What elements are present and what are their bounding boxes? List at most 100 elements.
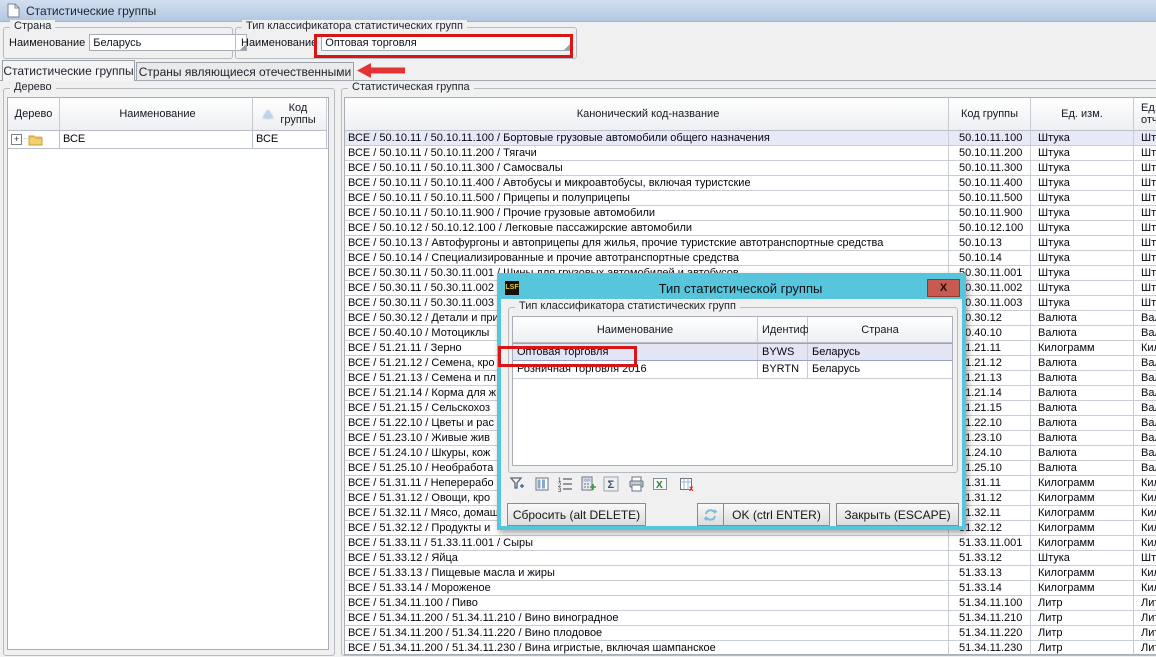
classifier-name-input[interactable]: Оптовая торговля [321,34,571,51]
cell-group-code: 51.34.11.220 [949,626,1031,640]
cell-unit: Килограмм [1031,521,1134,535]
dialog-cell-country: Беларусь [808,344,953,360]
cell-report-unit: Штука [1134,281,1156,295]
tree-col-header-tree[interactable]: Дерево [8,98,60,131]
tree-cell-code: ВСЕ [253,131,327,148]
table-row[interactable]: ВСЕ / 51.34.11.200 / 51.34.11.230 / Вина… [345,641,1156,655]
cell-canonical-name: ВСЕ / 50.10.11 / 50.10.11.100 / Бортовые… [345,131,949,145]
tree-expand-button[interactable]: + [11,134,22,145]
cell-group-code: 50.10.11.900 [949,206,1031,220]
country-groupbox: Страна Наименование Беларусь [3,27,233,59]
calculator-add-icon[interactable] [579,475,597,493]
filter-add-icon[interactable] [508,475,526,493]
window-document-icon [7,3,20,18]
cell-unit: Валюта [1031,446,1134,460]
country-group-title: Страна [10,20,55,32]
tree-col-header-group-code[interactable]: Код группы [253,98,327,131]
svg-text:X: X [656,480,663,491]
svg-text:Σ: Σ [608,479,615,491]
dialog-app-icon: LSF [505,281,519,295]
cell-canonical-name: ВСЕ / 51.34.11.100 / Пиво [345,596,949,610]
cell-canonical-name: ВСЕ / 51.34.11.200 / 51.34.11.220 / Вино… [345,626,949,640]
cell-report-unit: Килограмм [1134,506,1156,520]
print-icon[interactable] [627,475,645,493]
cell-unit: Валюта [1031,326,1134,340]
cell-report-unit: Штука [1134,146,1156,160]
table-row[interactable]: ВСЕ / 50.10.11 / 50.10.11.500 / Прицепы … [345,191,1156,206]
cell-unit: Валюта [1031,416,1134,430]
table-row[interactable]: ВСЕ / 50.10.14 / Специализированные и пр… [345,251,1156,266]
table-row[interactable]: ВСЕ / 51.34.11.200 / 51.34.11.210 / Вино… [345,611,1156,626]
cell-report-unit: Литр [1134,641,1156,655]
dialog-titlebar[interactable]: LSF Тип статистической группы X [501,277,962,299]
tree-row-vse[interactable]: + ·· ВСЕ ВСЕ [8,131,328,149]
dialog-cell-identifier: BYRTN [758,361,808,378]
cell-unit: Валюта [1031,386,1134,400]
dialog-title: Тип статистической группы [519,281,962,296]
sort-order-icon[interactable]: 123 [556,475,574,493]
table-row[interactable]: ВСЕ / 50.10.11 / 50.10.11.200 / Тягачи50… [345,146,1156,161]
cell-unit: Литр [1031,596,1134,610]
cell-canonical-name: ВСЕ / 51.33.12 / Яйца [345,551,949,565]
tree-cell-name: ВСЕ [60,131,253,148]
cell-report-unit: Валюта [1134,311,1156,325]
col-header-canonical-name[interactable]: Канонический код-название [345,98,949,131]
dialog-close-button[interactable]: X [927,279,960,297]
cell-group-code: 50.10.11.500 [949,191,1031,205]
tab-statistical-groups[interactable]: Статистические группы [2,60,135,81]
cell-unit: Штука [1031,176,1134,190]
dialog-groupbox: Тип классификатора статистических групп … [508,307,958,473]
cell-canonical-name: ВСЕ / 50.10.11 / 50.10.11.400 / Автобусы… [345,176,949,190]
table-row[interactable]: ВСЕ / 51.33.11 / 51.33.11.001 / Сыры51.3… [345,536,1156,551]
table-row[interactable]: ВСЕ / 50.10.11 / 50.10.11.100 / Бортовые… [345,131,1156,146]
cell-unit: Килограмм [1031,341,1134,355]
cell-unit: Литр [1031,626,1134,640]
table-row[interactable]: ВСЕ / 50.10.11 / 50.10.11.400 / Автобусы… [345,176,1156,191]
table-row[interactable]: ВСЕ / 51.33.12 / Яйца51.33.12ШтукаШтука [345,551,1156,566]
col-header-unit[interactable]: Ед. изм. [1031,98,1134,131]
cell-unit: Валюта [1031,401,1134,415]
table-row[interactable]: ВСЕ / 50.10.13 / Автофургоны и автоприце… [345,236,1156,251]
refresh-button[interactable] [697,503,724,526]
window-title: Статистические группы [26,4,156,18]
dialog-table-row[interactable]: Розничная торговля 2016BYRTNБеларусь [513,361,952,379]
col-header-report-unit[interactable]: Ед. отч [1134,98,1156,131]
sum-icon[interactable]: Σ [602,475,620,493]
table-row[interactable]: ВСЕ / 50.10.11 / 50.10.11.900 / Прочие г… [345,206,1156,221]
column-chooser-icon[interactable] [533,475,551,493]
export-excel-icon[interactable]: X [651,475,669,493]
reset-button[interactable]: Сбросить (alt DELETE) [507,503,646,526]
dialog-col-header-identifier[interactable]: Идентиф [758,317,808,343]
table-row[interactable]: ВСЕ / 51.33.14 / Мороженое51.33.14Килогр… [345,581,1156,596]
table-row[interactable]: ВСЕ / 51.33.13 / Пищевые масла и жиры51.… [345,566,1156,581]
remove-grouping-icon[interactable]: x [678,475,696,493]
cell-unit: Штука [1031,251,1134,265]
cell-report-unit: Штука [1134,551,1156,565]
dialog-col-header-country[interactable]: Страна [808,317,953,343]
dialog-table-row[interactable]: Оптовая торговляBYWSБеларусь [513,343,952,361]
table-row[interactable]: ВСЕ / 51.34.11.200 / 51.34.11.220 / Вино… [345,626,1156,641]
close-button[interactable]: Закрыть (ESCAPE) [836,503,959,526]
table-row[interactable]: ВСЕ / 50.10.11 / 50.10.11.300 / Самосвал… [345,161,1156,176]
cell-canonical-name: ВСЕ / 51.33.13 / Пищевые масла и жиры [345,566,949,580]
tree-col-header-name[interactable]: Наименование [60,98,253,131]
tree-table-header: Дерево Наименование Код группы [8,98,328,131]
cell-report-unit: Валюта [1134,416,1156,430]
tab-domestic-countries[interactable]: Страны являющиеся отечественными [136,62,354,81]
col-header-group-code[interactable]: Код группы [949,98,1031,131]
cell-canonical-name: ВСЕ / 51.34.11.200 / 51.34.11.230 / Вина… [345,641,949,655]
svg-text:x: x [689,484,694,492]
dialog-col-header-name[interactable]: Наименование [513,317,758,343]
window-titlebar: Статистические группы [0,0,1156,22]
ok-button[interactable]: OK (ctrl ENTER) [723,503,830,526]
cell-group-code: 50.10.12.100 [949,221,1031,235]
statgroup-table-header: Канонический код-название Код группы Ед.… [345,98,1156,131]
classifier-group-title: Тип классификатора статистических групп [242,20,467,32]
table-row[interactable]: ВСЕ / 51.34.11.100 / Пиво51.34.11.100Лит… [345,596,1156,611]
cell-unit: Штука [1031,551,1134,565]
dialog-table-body: Оптовая торговляBYWSБеларусьРозничная то… [513,343,952,379]
tab-domestic-countries-label: Страны являющиеся отечественными [139,65,352,79]
country-name-input[interactable]: Беларусь [89,34,247,51]
dialog-cell-country: Беларусь [808,361,953,378]
table-row[interactable]: ВСЕ / 50.10.12 / 50.10.12.100 / Легковые… [345,221,1156,236]
